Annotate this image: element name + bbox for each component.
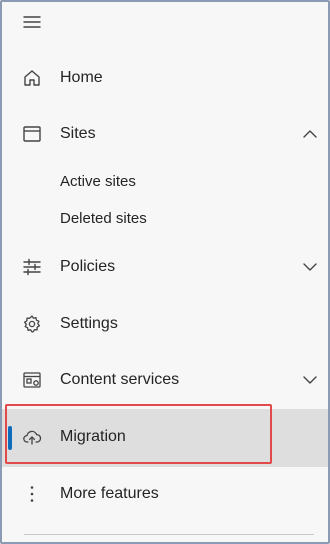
sliders-icon xyxy=(22,257,42,277)
nav-item-label: Content services xyxy=(60,371,180,388)
nav-subitem-deleted-sites[interactable]: Deleted sites xyxy=(2,201,328,237)
nav-item-label: Home xyxy=(60,69,103,86)
content-services-icon xyxy=(22,370,42,390)
home-icon xyxy=(22,68,42,88)
chevron-up-icon[interactable] xyxy=(302,126,318,142)
sites-icon xyxy=(22,124,42,144)
nav-item-label: More features xyxy=(60,485,159,502)
nav-item-label: Active sites xyxy=(60,173,136,190)
nav-item-content-services[interactable]: Content services xyxy=(2,352,328,408)
nav-item-settings[interactable]: Settings xyxy=(2,296,328,352)
chevron-down-icon[interactable] xyxy=(302,372,318,388)
more-vertical-icon xyxy=(22,484,42,504)
highlight-box xyxy=(5,404,272,464)
nav-item-sites[interactable]: Sites xyxy=(2,106,328,162)
chevron-down-icon[interactable] xyxy=(302,259,318,275)
nav-subitem-active-sites[interactable]: Active sites xyxy=(2,164,328,200)
nav-item-label: Deleted sites xyxy=(60,210,147,227)
nav-item-more-features[interactable]: More features xyxy=(2,466,328,522)
nav-item-label: Settings xyxy=(60,315,118,332)
nav-item-home[interactable]: Home xyxy=(2,50,328,106)
nav-item-label: Policies xyxy=(60,258,116,275)
nav-item-label: Sites xyxy=(60,125,96,142)
nav-item-policies[interactable]: Policies xyxy=(2,239,328,295)
gear-icon xyxy=(22,314,42,334)
divider xyxy=(24,534,314,535)
hamburger-icon[interactable] xyxy=(22,12,42,32)
